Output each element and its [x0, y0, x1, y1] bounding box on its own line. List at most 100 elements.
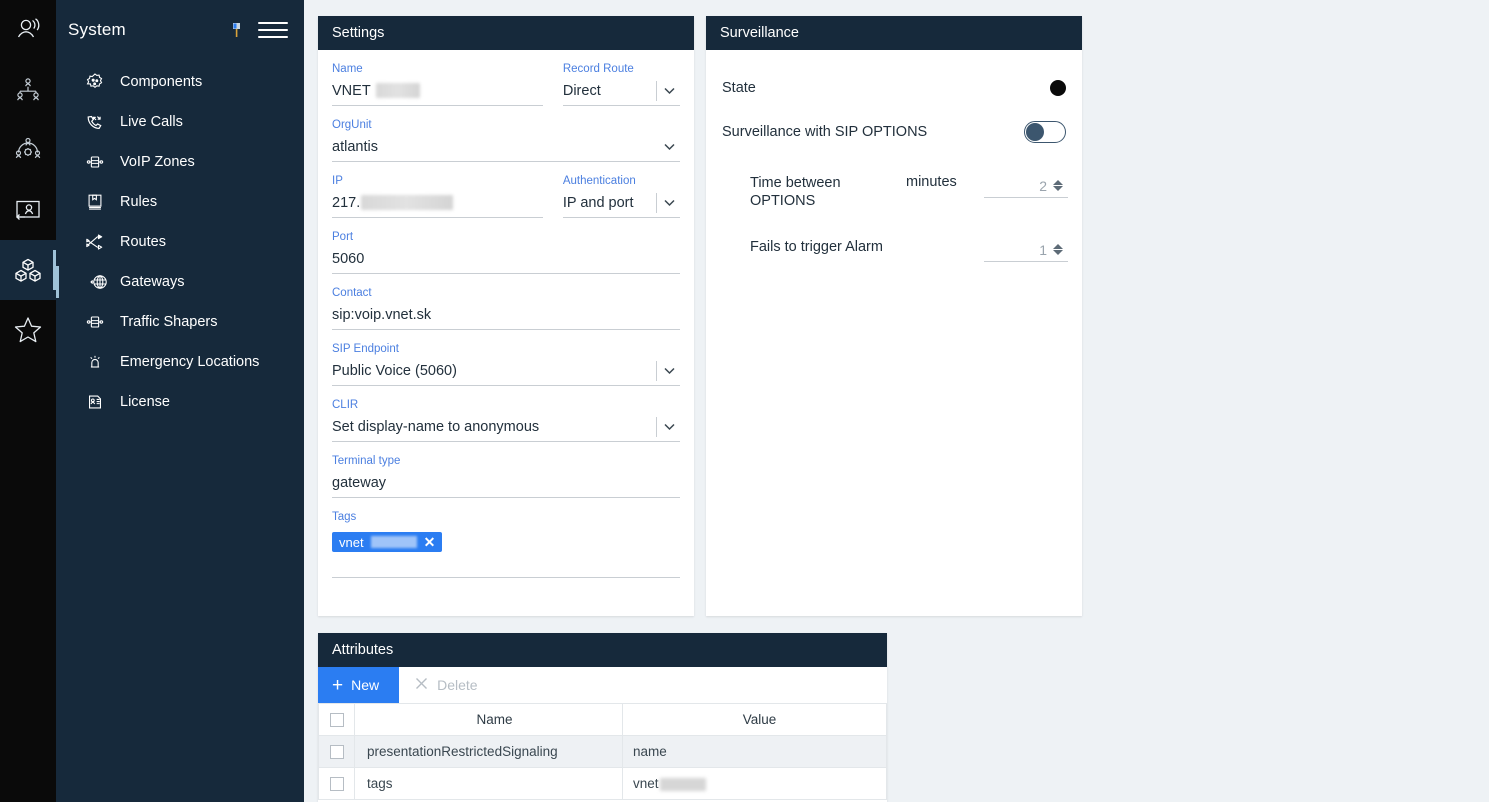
hamburger-menu-icon[interactable] — [258, 18, 288, 42]
row-select-cell — [318, 767, 355, 800]
contact-label: Contact — [332, 287, 372, 299]
contact-input[interactable]: sip:voip.vnet.sk — [332, 300, 680, 330]
sip-options-label: Surveillance with SIP OPTIONS — [722, 124, 928, 140]
time-between-options-label: Time between OPTIONS — [750, 175, 841, 209]
sidebar-item-rules[interactable]: Rules — [56, 182, 304, 222]
chevron-down-icon[interactable] — [656, 192, 680, 214]
sidebar-item-label: Emergency Locations — [120, 354, 260, 370]
new-attribute-button[interactable]: + New — [318, 667, 400, 703]
clir-select[interactable]: Set display-name to anonymous — [332, 412, 680, 442]
rail-item-user-headset[interactable] — [0, 0, 56, 60]
select-all-header — [318, 703, 355, 736]
chevron-down-icon[interactable] — [656, 416, 680, 438]
clir-field-group: CLIR Set display-name to anonymous — [332, 386, 680, 442]
state-label: State — [722, 80, 756, 96]
orgunit-field-group: OrgUnit atlantis — [332, 106, 680, 162]
fails-to-trigger-alarm-label: Fails to trigger Alarm — [750, 239, 883, 255]
voip-zones-icon — [82, 151, 108, 173]
tags-field-group: Tags vnet ✕ — [332, 498, 680, 578]
table-row[interactable]: tags vnet — [318, 767, 887, 800]
attribute-name-cell: presentationRestrictedSignaling — [354, 735, 623, 768]
ip-label: IP — [332, 175, 343, 187]
sidebar-item-label: VoIP Zones — [120, 154, 195, 170]
column-header-value[interactable]: Value — [622, 703, 887, 736]
sidebar-item-routes[interactable]: Routes — [56, 222, 304, 262]
chevron-down-icon[interactable] — [656, 360, 680, 382]
sip-endpoint-select[interactable]: Public Voice (5060) — [332, 356, 680, 386]
attributes-panel: Attributes + New Delete Name Value prese… — [318, 633, 887, 802]
navigation-sidebar: System Components Live Calls VoIP Zones … — [56, 0, 304, 802]
sidebar-item-license[interactable]: License — [56, 382, 304, 422]
tag-chip[interactable]: vnet ✕ — [332, 532, 443, 552]
rail-item-org-hierarchy[interactable] — [0, 60, 56, 120]
pin-icon[interactable] — [226, 19, 248, 41]
traffic-shapers-icon — [82, 311, 108, 333]
ip-value: 217. — [332, 194, 361, 211]
sidebar-item-label: Rules — [120, 194, 158, 210]
sidebar-item-label: Components — [120, 74, 203, 90]
sidebar-item-components[interactable]: Components — [56, 62, 304, 102]
sidebar-item-emergency-locations[interactable]: Emergency Locations — [56, 342, 304, 382]
attribute-value-text: vnet — [633, 776, 659, 791]
delete-attribute-button[interactable]: Delete — [399, 667, 493, 703]
row-checkbox[interactable] — [329, 777, 344, 792]
rail-item-user-group-settings[interactable] — [0, 120, 56, 180]
name-label: Name — [332, 63, 363, 75]
sip-options-row: Surveillance with SIP OPTIONS — [720, 114, 1068, 150]
icon-rail — [0, 0, 56, 802]
rules-book-icon — [82, 191, 108, 213]
gateways-globe-icon — [86, 271, 112, 293]
chevron-down-icon[interactable] — [658, 136, 680, 158]
toggle-knob — [1026, 123, 1044, 141]
rail-item-system-blocks[interactable] — [0, 240, 56, 300]
sidebar-item-label: Gateways — [120, 274, 185, 290]
terminal-type-field-group: Terminal type gateway — [332, 442, 680, 498]
surveillance-panel: Surveillance State Surveillance with SIP… — [706, 16, 1082, 616]
close-icon — [415, 677, 428, 693]
ip-field-group: IP 217. — [332, 162, 543, 218]
tags-input[interactable]: vnet ✕ — [332, 524, 680, 578]
sidebar-item-live-calls[interactable]: Live Calls — [56, 102, 304, 142]
port-label: Port — [332, 231, 354, 243]
sidebar-item-voip-zones[interactable]: VoIP Zones — [56, 142, 304, 182]
sidebar-header: System — [56, 0, 304, 60]
time-between-options-row: Time between OPTIONS minutes 2 — [720, 174, 1068, 210]
sidebar-item-traffic-shapers[interactable]: Traffic Shapers — [56, 302, 304, 342]
orgunit-select[interactable]: atlantis — [332, 132, 680, 162]
name-value: VNET — [332, 82, 371, 99]
table-header-row: Name Value — [318, 703, 887, 736]
chevron-down-icon[interactable] — [656, 80, 680, 102]
sip-options-toggle[interactable] — [1024, 121, 1066, 143]
attribute-value-redacted-block — [659, 777, 706, 791]
row-checkbox[interactable] — [329, 745, 344, 760]
row-select-cell — [318, 735, 355, 768]
surveillance-panel-title: Surveillance — [706, 16, 1082, 50]
tag-chip-label: vnet — [339, 534, 364, 550]
ip-redacted-block — [361, 195, 454, 210]
user-group-settings-icon — [13, 135, 43, 165]
contact-field-group: Contact sip:voip.vnet.sk — [332, 274, 680, 330]
fails-to-trigger-alarm-stepper[interactable]: 1 — [984, 238, 1068, 262]
name-input[interactable]: VNET — [332, 76, 543, 106]
rail-item-desktop-user[interactable] — [0, 180, 56, 240]
ip-authentication-row: IP 217. Authentication IP and port — [332, 162, 680, 218]
column-header-name[interactable]: Name — [354, 703, 623, 736]
stepper-arrows-icon[interactable] — [1053, 180, 1066, 191]
attribute-value-cell: name — [622, 735, 887, 768]
sidebar-item-gateways[interactable]: Gateways — [56, 262, 304, 302]
delete-attribute-label: Delete — [437, 677, 478, 693]
record-route-label: Record Route — [562, 63, 634, 75]
tag-chip-redacted-block — [370, 536, 417, 548]
stepper-arrows-icon[interactable] — [1053, 244, 1066, 255]
select-all-checkbox[interactable] — [329, 713, 344, 728]
port-input[interactable]: 5060 — [332, 244, 680, 274]
ip-input[interactable]: 217. — [332, 188, 543, 218]
fails-to-trigger-alarm-value: 1 — [1039, 241, 1047, 258]
terminal-type-input[interactable]: gateway — [332, 468, 680, 498]
close-icon[interactable]: ✕ — [424, 535, 436, 549]
attribute-value-cell: vnet — [622, 767, 887, 800]
rail-item-favorites[interactable] — [0, 300, 56, 360]
table-row[interactable]: presentationRestrictedSignaling name — [318, 735, 887, 768]
settings-panel-body: Name VNET Record Route Direct OrgUnit at — [318, 50, 694, 578]
time-between-options-stepper[interactable]: 2 — [984, 174, 1068, 198]
